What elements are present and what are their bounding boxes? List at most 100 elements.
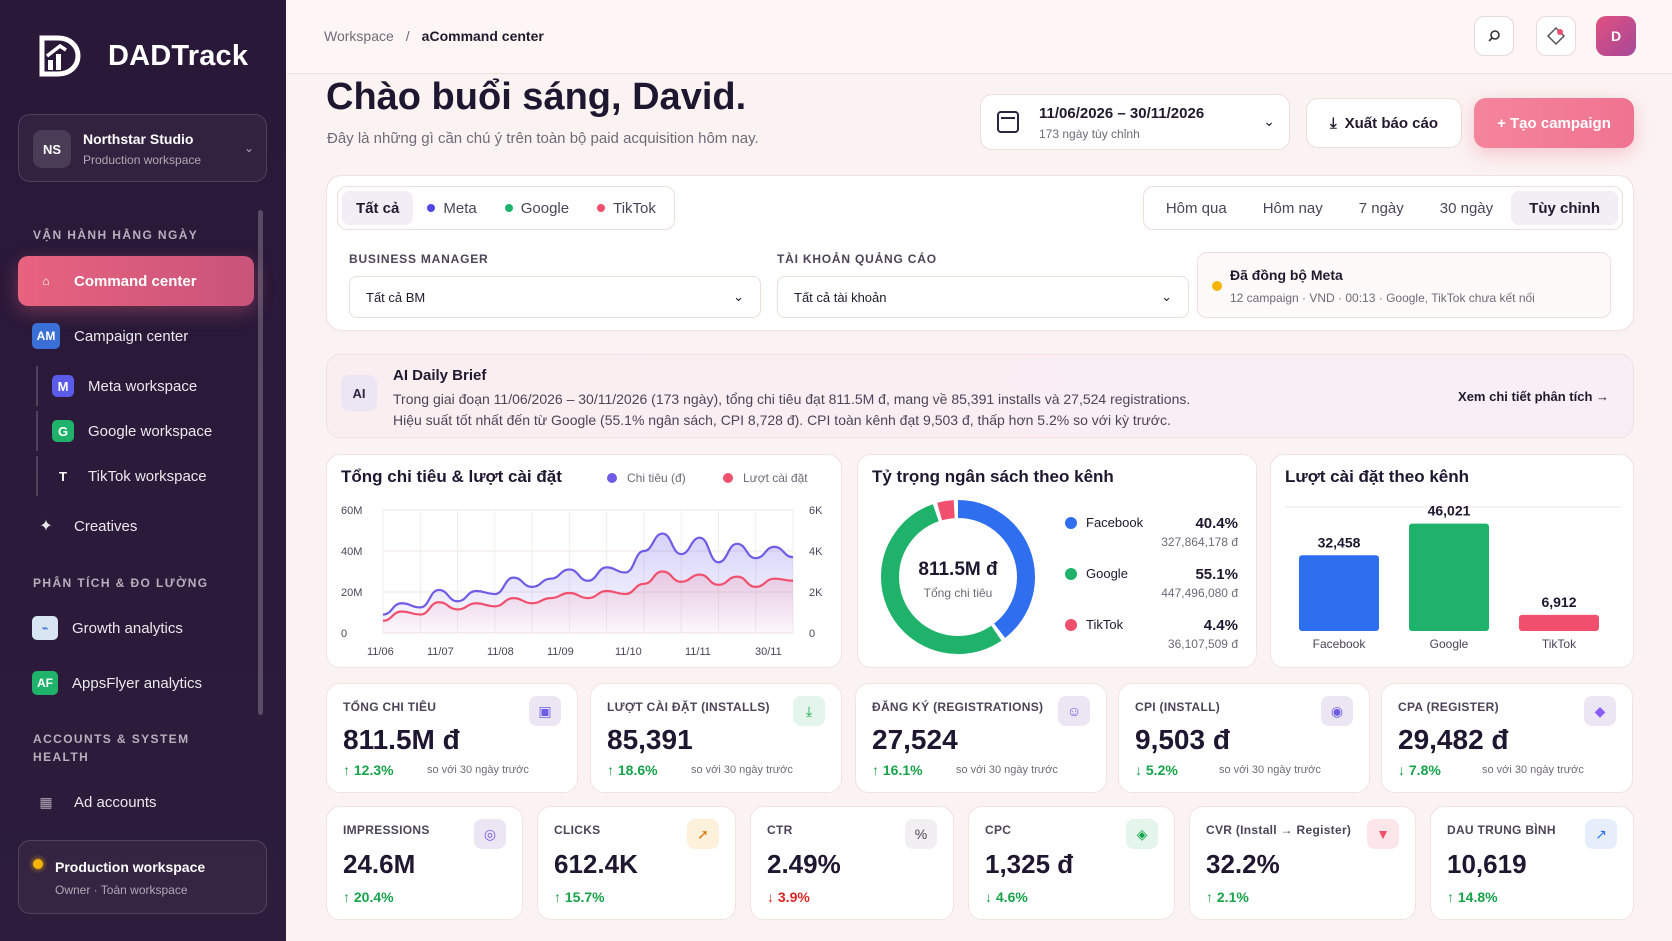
kpi-card[interactable]: DAU TRUNG BÌNH ↗ 10,619 ↑ 14.8% <box>1430 806 1634 920</box>
kpi-value: 32.2% <box>1206 849 1280 879</box>
bm-select-value: Tất cả BM <box>366 289 426 305</box>
bar-value-label: 6,912 <box>1541 594 1576 610</box>
search-button[interactable] <box>1474 16 1514 56</box>
kpi-change: ↓ 7.8% <box>1398 762 1441 778</box>
ai-daily-brief: AI AI Daily Brief Trong giai đoạn 11/06/… <box>326 354 1634 438</box>
kpi-card[interactable]: CPA (REGISTER) ◆ 29,482 đ ↓ 7.8% so với 30 n… <box>1381 683 1633 793</box>
tab-label: TikTok <box>613 199 656 217</box>
kpi-card[interactable]: IMPRESSIONS ◎ 24.6M ↑ 20.4% <box>326 806 523 920</box>
channel-tabs: Tất cả Meta Google TikTok <box>337 186 675 230</box>
kpi-compare-label: so với 30 ngày trước <box>956 764 1058 776</box>
tab-all[interactable]: Tất cả <box>342 191 414 225</box>
section-label-analytics: PHÂN TÍCH & ĐO LƯỜNG <box>33 576 209 590</box>
kpi-value: 27,524 <box>872 724 958 755</box>
kpi-change: ↓ 5.2% <box>1135 762 1178 778</box>
notifications-button[interactable] <box>1536 16 1576 56</box>
kpi-card[interactable]: ĐĂNG KÝ (REGISTRATIONS) ☺ 27,524 ↑ 16.1% so … <box>855 683 1107 793</box>
tiktok-icon: T <box>59 468 67 484</box>
sidebar-item-meta-workspace[interactable]: M Meta workspace <box>36 366 256 406</box>
kpi-card[interactable]: CPI (INSTALL) ◉ 9,503 đ ↓ 5.2% so với 30 ngà… <box>1118 683 1370 793</box>
tab-custom[interactable]: Tùy chỉnh <box>1511 191 1618 225</box>
legend-percent: 4.4% <box>1204 617 1238 634</box>
y-right-tick-label: 4K <box>809 546 823 558</box>
tab-30-days[interactable]: 30 ngày <box>1422 191 1511 225</box>
kpi-change-value: 4.6% <box>995 889 1028 905</box>
y-right-tick-label: 2K <box>809 587 823 599</box>
legend-amount: 447,496,080 đ <box>1161 586 1238 600</box>
ad-account-select-value: Tất cả tài khoản <box>794 289 887 305</box>
y-tick-label: 20M <box>341 587 362 599</box>
spend-installs-chart-card: Tổng chi tiêu & lượt cài đặt Chi tiêu (đ… <box>326 454 842 668</box>
workspace-switcher[interactable]: NS Northstar Studio Production workspace… <box>18 114 267 182</box>
production-workspace-card[interactable]: Production workspace Owner · Toàn worksp… <box>18 840 267 914</box>
kpi-change: ↑ 2.1% <box>1206 889 1249 905</box>
google-icon: G <box>52 420 74 442</box>
kpi-value: 24.6M <box>343 849 416 879</box>
sidebar-item-growth-analytics[interactable]: ⌁ Growth analytics <box>18 603 254 653</box>
kpi-value: 811.5M đ <box>343 724 460 755</box>
tab-7-days[interactable]: 7 ngày <box>1341 191 1422 225</box>
tab-tiktok[interactable]: TikTok <box>583 191 670 225</box>
sidebar-item-tiktok-workspace[interactable]: T TikTok workspace <box>36 456 256 496</box>
kpi-label: LƯỢT CÀI ĐẶT (INSTALLS) <box>607 700 770 714</box>
ad-account-select[interactable]: Tất cả tài khoản ⌄ <box>777 276 1189 318</box>
cursor-icon: ➚ <box>687 819 719 849</box>
google-dot-icon <box>504 204 513 212</box>
kpi-card[interactable]: CTR% 2.49% ↓ 3.9% <box>750 806 954 920</box>
sidebar-item-google-workspace[interactable]: G Google workspace <box>36 411 256 451</box>
logo[interactable]: DADTrack <box>38 34 248 78</box>
ai-icon: AI <box>341 375 377 411</box>
kpi-compare-label: so với 30 ngày trước <box>427 764 529 776</box>
sidebar-item-creatives[interactable]: ✦ Creatives <box>18 501 254 551</box>
production-workspace-sub: Owner · Toàn workspace <box>55 883 188 897</box>
sidebar-item-command-center[interactable]: ⌂ Command center <box>18 256 254 306</box>
kpi-card[interactable]: CLICKS ➚ 612.4K ↑ 15.7% <box>537 806 736 920</box>
sidebar-item-campaign-center[interactable]: AM Campaign center <box>18 311 254 361</box>
ai-brief-detail-link[interactable]: Xem chi tiết phân tích → <box>1458 389 1609 404</box>
breadcrumb-root[interactable]: Workspace <box>324 28 394 44</box>
kpi-label: CVR (Install → Register) <box>1206 823 1352 837</box>
arrow-up-icon: ↑ <box>872 762 879 778</box>
bar-value-label: 46,021 <box>1428 503 1471 519</box>
section-label-daily: VẬN HÀNH HẰNG NGÀY <box>33 228 199 242</box>
tiktok-dot-icon <box>597 204 606 212</box>
kpi-change-value: 3.9% <box>777 889 810 905</box>
ad-account-label: TÀI KHOẢN QUẢNG CÁO <box>777 252 937 266</box>
breadcrumb: Workspace / aCommand center <box>324 28 544 44</box>
x-tick-label: 11/08 <box>487 646 514 658</box>
x-tick-label: 11/09 <box>547 646 574 658</box>
bar <box>1299 555 1379 631</box>
sidebar-item-label: Google workspace <box>88 422 213 440</box>
kpi-change-value: 7.8% <box>1408 762 1441 778</box>
legend-swatch <box>1065 568 1077 580</box>
kpi-card[interactable]: LƯỢT CÀI ĐẶT (INSTALLS) ⤓ 85,391 ↑ 18.6% so … <box>590 683 842 793</box>
chevron-down-icon: ⌄ <box>1263 113 1275 129</box>
kpi-change: ↑ 15.7% <box>554 889 605 905</box>
tab-meta[interactable]: Meta <box>413 191 490 225</box>
export-report-button[interactable]: ⤓ Xuất báo cáo <box>1306 98 1462 148</box>
user-avatar[interactable]: D <box>1596 16 1636 56</box>
kpi-card[interactable]: CVR (Install → Register) ▼ 32.2% ↑ 2.1% <box>1189 806 1416 920</box>
arrow-up-icon: ↑ <box>1206 889 1213 905</box>
breadcrumb-separator: / <box>405 28 410 44</box>
kpi-change: ↓ 3.9% <box>767 889 810 905</box>
sync-status-sub: 12 campaign · VND · 00:13 · Google, TikT… <box>1230 291 1535 305</box>
tab-yesterday[interactable]: Hôm qua <box>1148 191 1245 225</box>
tab-today[interactable]: Hôm nay <box>1245 191 1341 225</box>
kpi-label: CPI (INSTALL) <box>1135 700 1220 714</box>
bm-select[interactable]: Tất cả BM ⌄ <box>349 276 761 318</box>
create-campaign-button[interactable]: + Tạo campaign <box>1474 98 1634 148</box>
kpi-card[interactable]: CPC ◈ 1,325 đ ↓ 4.6% <box>968 806 1175 920</box>
tab-google[interactable]: Google <box>491 191 583 225</box>
arrow-down-icon: ↓ <box>1398 762 1405 778</box>
x-tick-label: 11/06 <box>367 646 394 658</box>
filter-icon: ▼ <box>1367 819 1399 849</box>
ai-brief-title: AI Daily Brief <box>393 367 487 384</box>
sidebar-scrollbar[interactable] <box>258 210 263 715</box>
sidebar-item-ad-accounts[interactable]: ▦ Ad accounts <box>18 777 254 827</box>
date-range-picker[interactable]: 11/06/2026 – 30/11/2026 173 ngày tùy chỉ… <box>980 94 1290 150</box>
sidebar-item-appsflyer-analytics[interactable]: AF AppsFlyer analytics <box>18 658 254 708</box>
date-range-sub: 173 ngày tùy chỉnh <box>1039 127 1140 141</box>
kpi-card[interactable]: TỔNG CHI TIÊU ▣ 811.5M đ ↑ 12.3% so với 30 n… <box>326 683 578 793</box>
kpi-change-value: 2.1% <box>1216 889 1249 905</box>
